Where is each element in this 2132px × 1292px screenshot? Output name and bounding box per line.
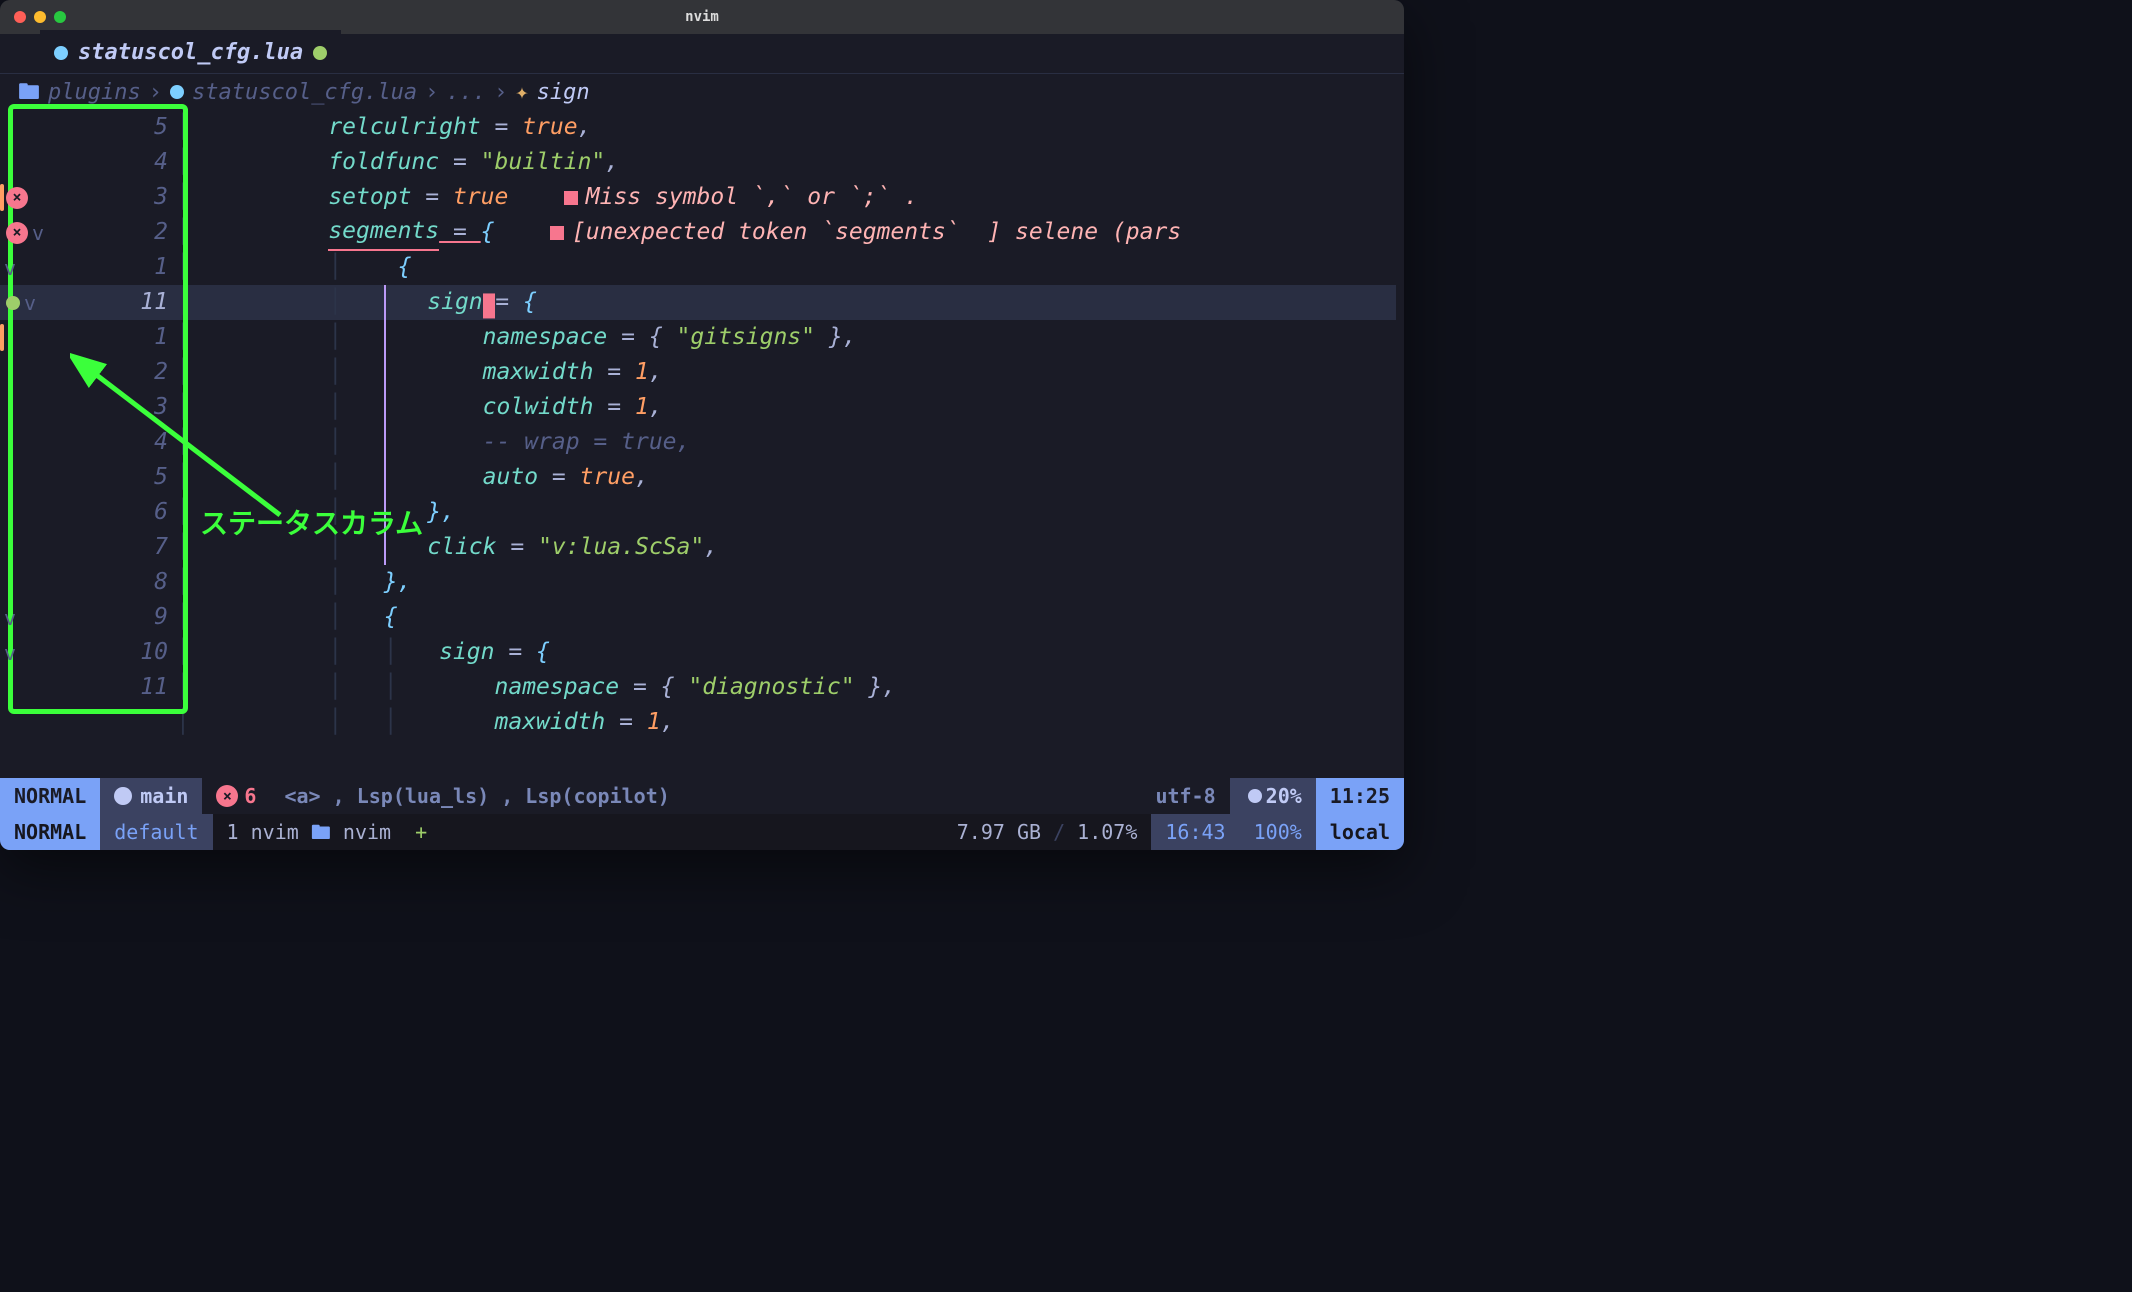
status-column[interactable]: 7 (0, 530, 176, 565)
status-column[interactable]: v 9 (0, 600, 176, 635)
fold-marker-icon[interactable]: v (4, 638, 16, 668)
code-area[interactable]: ステータスカラム 5 │ relculright = true, 4 │ fol… (0, 110, 1404, 778)
breadcrumb-symbol[interactable]: sign (537, 76, 590, 109)
chevron-right-icon: › (494, 76, 507, 109)
status-column[interactable]: 1 (0, 320, 176, 355)
tmux-mode: NORMAL (0, 814, 100, 850)
chevron-right-icon: › (425, 76, 438, 109)
symbol-icon: ✦ (515, 76, 528, 109)
statusline-branch[interactable]: main (100, 778, 202, 814)
titlebar: nvim (0, 0, 1404, 34)
tabline: statuscol_cfg.lua (0, 34, 1404, 74)
window-title: nvim (0, 7, 1404, 28)
status-column[interactable]: v 11 (0, 285, 176, 320)
status-column[interactable]: 5 (0, 110, 176, 145)
breadcrumb-ellipsis[interactable]: ... (446, 76, 486, 109)
lua-file-icon (54, 46, 68, 60)
status-column[interactable]: v 10 (0, 635, 176, 670)
freebsd-icon (1248, 789, 1262, 803)
modified-icon (313, 46, 327, 60)
statusline-encoding: utf-8 (1141, 778, 1229, 814)
tmux-statusbar: NORMAL default 1 nvim 🖿 nvim + 7.97 GB /… (0, 814, 1404, 850)
fold-marker-icon[interactable]: v (32, 218, 44, 248)
tmux-time: 16:43 (1151, 814, 1239, 850)
status-column[interactable]: 6 (0, 495, 176, 530)
status-column[interactable]: 4 (0, 145, 176, 180)
status-column[interactable]: 11 (0, 670, 176, 705)
diagnostic-message: [unexpected token `segments` ] selene (p… (572, 215, 1181, 250)
git-change-bar (0, 184, 4, 211)
fold-marker-icon[interactable]: v (4, 603, 16, 633)
winbar: 🖿 plugins › statuscol_cfg.lua › ... › ✦ … (0, 74, 1404, 110)
tmux-memory: 7.97 GB / 1.07% (943, 814, 1152, 850)
diagnostic-marker-icon (564, 191, 578, 205)
diagnostic-error-icon[interactable]: × (6, 187, 28, 209)
folder-icon: 🖿 (18, 76, 40, 109)
statusline-position: 11:25 (1316, 778, 1404, 814)
cursor (483, 293, 496, 318)
fold-marker-icon[interactable]: v (4, 253, 16, 283)
lua-file-icon (170, 85, 184, 99)
statusline-diagnostics[interactable]: × 6 (202, 778, 270, 814)
status-column[interactable]: 2 (0, 355, 176, 390)
chevron-right-icon: › (149, 76, 162, 109)
tmux-session[interactable]: default (100, 814, 212, 850)
folder-icon: 🖿 (311, 817, 331, 847)
tmux-window[interactable]: 1 nvim 🖿 nvim + (213, 814, 442, 850)
github-icon (114, 787, 132, 805)
breadcrumb-file[interactable]: statuscol_cfg.lua (192, 76, 417, 109)
tab-current-file[interactable]: statuscol_cfg.lua (40, 30, 341, 73)
status-column[interactable]: v 1 (0, 250, 176, 285)
breadcrumb-folder[interactable]: plugins (48, 76, 141, 109)
status-column[interactable]: 5 (0, 460, 176, 495)
fold-marker-icon[interactable]: v (24, 288, 36, 318)
diagnostic-error-icon[interactable]: × (6, 222, 28, 244)
git-added-icon (6, 296, 20, 310)
diagnostic-message: Miss symbol `,` or `;` . (586, 180, 918, 215)
statusline-lsp: <a> , Lsp(lua_ls) , Lsp(copilot) (270, 778, 1141, 814)
statusline-mode: NORMAL (0, 778, 100, 814)
status-column[interactable]: 4 (0, 425, 176, 460)
status-column[interactable]: 3 (0, 390, 176, 425)
tmux-host: local (1316, 814, 1404, 850)
tmux-battery: 100% (1240, 814, 1316, 850)
git-change-bar (0, 324, 4, 351)
status-column[interactable]: × v 2 (0, 215, 176, 250)
diagnostic-marker-icon (550, 226, 564, 240)
statusline: NORMAL main × 6 <a> , Lsp(lua_ls) , Lsp(… (0, 778, 1404, 814)
status-column[interactable]: 8 (0, 565, 176, 600)
tab-filename: statuscol_cfg.lua (78, 36, 303, 69)
diagnostic-error-icon: × (216, 785, 238, 807)
statusline-percent: 20% (1230, 778, 1316, 814)
status-column[interactable]: × 3 (0, 180, 176, 215)
